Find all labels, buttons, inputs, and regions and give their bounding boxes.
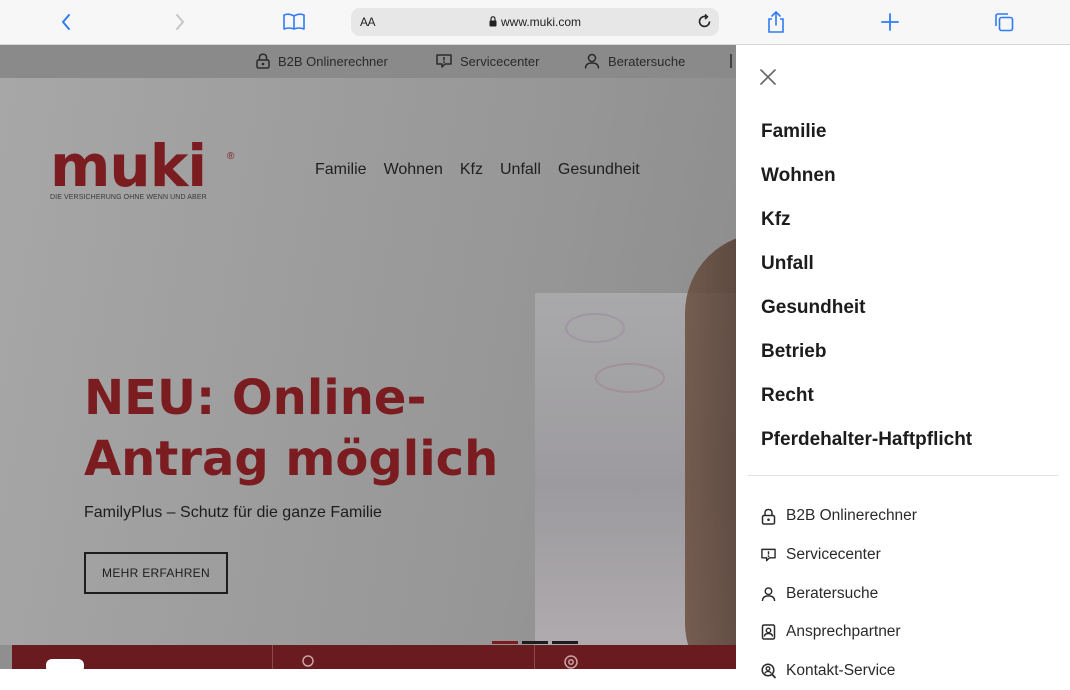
book-icon xyxy=(283,13,305,30)
slider-indicator xyxy=(492,641,582,644)
lock-icon xyxy=(489,16,497,27)
chat-alert-icon xyxy=(436,54,452,68)
hero-headline-line: NEU: Online- xyxy=(84,370,427,426)
main-nav-item-familie[interactable]: Familie xyxy=(315,161,367,179)
web-page: B2B Onlinerechner Servicecenter Beraters… xyxy=(0,45,736,669)
utility-item-label: Servicecenter xyxy=(460,53,540,69)
search-icon[interactable] xyxy=(302,655,316,669)
quick-link-badge[interactable] xyxy=(46,659,84,669)
hero-headline: NEU: Online- Antrag möglich xyxy=(84,368,498,490)
side-menu-item-pferdehalter[interactable]: Pferdehalter-Haftpflicht xyxy=(761,426,972,470)
side-menu-link-label: Kontakt-Service xyxy=(786,662,896,680)
forward-button[interactable] xyxy=(166,9,194,35)
side-menu: Familie Wohnen Kfz Unfall Gesundheit Bet… xyxy=(736,45,1070,679)
hero-section: muki ® DIE VERSICHERUNG OHNE WENN UND AB… xyxy=(0,78,736,669)
side-menu-item-unfall[interactable]: Unfall xyxy=(761,250,972,294)
person-icon xyxy=(584,53,600,69)
tabs-button[interactable] xyxy=(990,9,1018,35)
chevron-right-icon xyxy=(176,14,184,30)
url-text: www.muki.com xyxy=(500,15,581,29)
utility-item-servicecenter[interactable]: Servicecenter xyxy=(436,53,539,69)
bookmarks-button[interactable] xyxy=(280,9,308,35)
back-button[interactable] xyxy=(52,9,80,35)
side-menu-divider xyxy=(748,475,1058,476)
side-menu-link-label: Ansprechpartner xyxy=(786,623,901,641)
side-menu-link-label: Servicecenter xyxy=(786,546,881,564)
side-menu-link-ansprechpartner[interactable]: Ansprechpartner xyxy=(761,613,917,652)
side-menu-item-familie[interactable]: Familie xyxy=(761,118,972,162)
side-menu-item-recht[interactable]: Recht xyxy=(761,382,972,426)
logo-tagline: DIE VERSICHERUNG OHNE WENN UND ABER xyxy=(50,194,207,201)
location-icon[interactable] xyxy=(564,655,578,669)
share-button[interactable] xyxy=(762,9,790,35)
side-menu-item-kfz[interactable]: Kfz xyxy=(761,206,972,250)
chat-alert-icon xyxy=(761,548,776,562)
side-menu-link-kontakt-service[interactable]: Kontakt-Service xyxy=(761,652,917,690)
lock-icon xyxy=(761,508,776,525)
person-icon xyxy=(761,586,776,601)
hero-photo xyxy=(535,233,736,669)
chevron-left-icon xyxy=(62,14,70,30)
slider-dot[interactable] xyxy=(492,641,518,644)
tabs-icon xyxy=(995,13,1014,32)
slider-dot[interactable] xyxy=(522,641,548,644)
main-nav-item-kfz[interactable]: Kfz xyxy=(460,161,483,179)
brand-logo[interactable]: muki ® DIE VERSICHERUNG OHNE WENN UND AB… xyxy=(50,132,234,201)
share-icon xyxy=(768,11,784,33)
side-menu-item-wohnen[interactable]: Wohnen xyxy=(761,162,972,206)
side-menu-secondary: B2B Onlinerechner Servicecenter Beraters… xyxy=(761,497,917,690)
side-menu-link-label: B2B Onlinerechner xyxy=(786,507,917,525)
close-icon[interactable] xyxy=(758,67,778,87)
new-tab-button[interactable] xyxy=(876,9,904,35)
main-nav: Familie Wohnen Kfz Unfall Gesundheit xyxy=(315,161,657,179)
main-nav-item-unfall[interactable]: Unfall xyxy=(500,161,541,179)
side-menu-link-label: Beratersuche xyxy=(786,584,879,602)
mehr-erfahren-button[interactable]: MEHR ERFAHREN xyxy=(84,552,228,594)
side-menu-link-beratersuche[interactable]: Beratersuche xyxy=(761,574,917,613)
browser-toolbar: AA www.muki.com xyxy=(0,0,1070,45)
utility-item-label: B2B Onlinerechner xyxy=(278,53,388,69)
lock-icon xyxy=(256,53,270,69)
logo-wordmark: muki xyxy=(50,132,207,200)
side-menu-item-gesundheit[interactable]: Gesundheit xyxy=(761,294,972,338)
slider-dot[interactable] xyxy=(552,641,578,644)
search-person-icon xyxy=(761,663,776,679)
main-nav-item-wohnen[interactable]: Wohnen xyxy=(384,161,443,179)
hero-subline: FamilyPlus – Schutz für die ganze Famili… xyxy=(84,504,382,521)
address-bar[interactable]: AA www.muki.com xyxy=(351,8,719,36)
trademark-symbol: ® xyxy=(227,151,235,162)
reload-icon[interactable] xyxy=(696,13,713,30)
plus-icon xyxy=(881,13,899,31)
utility-nav: B2B Onlinerechner Servicecenter Beraters… xyxy=(0,45,736,78)
utility-item-beratersuche[interactable]: Beratersuche xyxy=(584,53,685,69)
utility-item-b2b[interactable]: B2B Onlinerechner xyxy=(256,53,388,69)
contact-card-icon xyxy=(761,624,776,641)
side-menu-link-servicecenter[interactable]: Servicecenter xyxy=(761,536,917,575)
side-menu-primary: Familie Wohnen Kfz Unfall Gesundheit Bet… xyxy=(761,118,972,470)
side-menu-item-betrieb[interactable]: Betrieb xyxy=(761,338,972,382)
side-menu-link-b2b[interactable]: B2B Onlinerechner xyxy=(761,497,917,536)
quick-links-bar xyxy=(12,645,736,669)
main-nav-item-gesundheit[interactable]: Gesundheit xyxy=(558,161,640,179)
utility-item-label: Beratersuche xyxy=(608,53,686,69)
hero-headline-line: Antrag möglich xyxy=(84,431,499,487)
